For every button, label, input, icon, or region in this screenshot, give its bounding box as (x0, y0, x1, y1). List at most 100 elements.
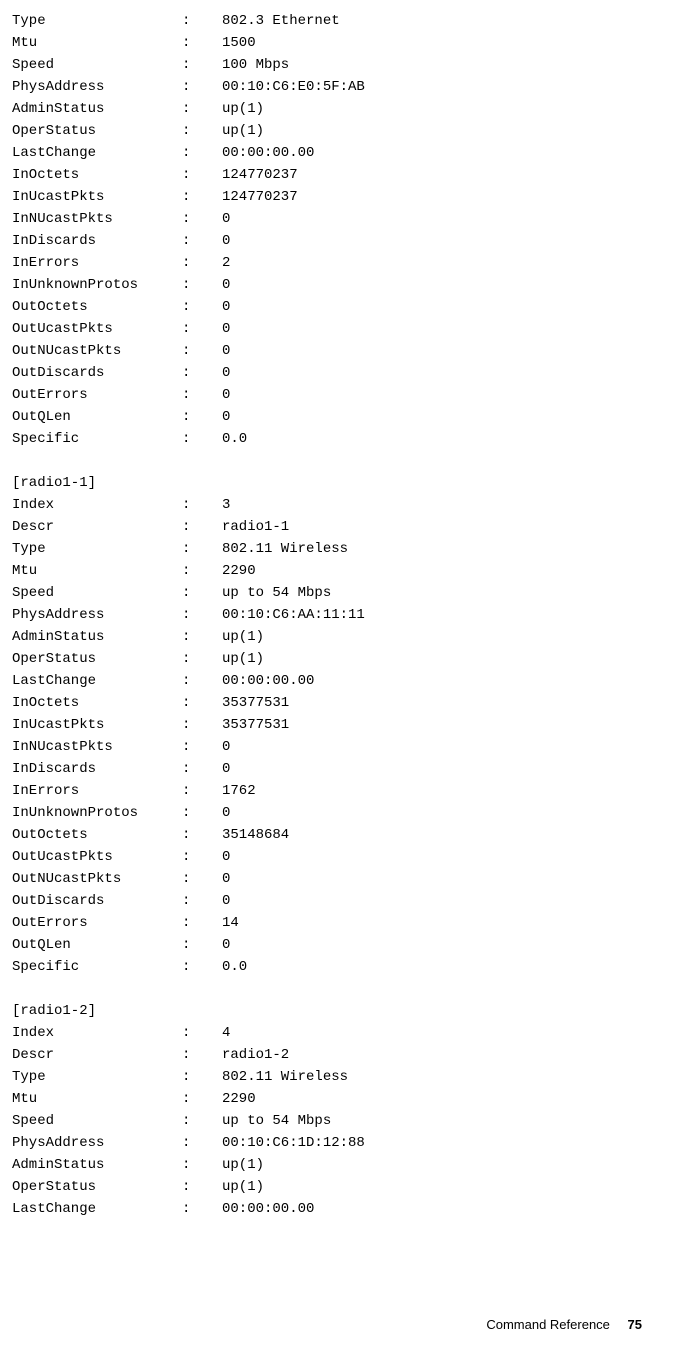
kv-colon: : (182, 340, 222, 362)
kv-key: InNUcastPkts (12, 736, 182, 758)
kv-row: InOctets:35377531 (12, 692, 670, 714)
kv-colon: : (182, 186, 222, 208)
kv-value: up(1) (222, 1157, 264, 1173)
kv-row: OperStatus:up(1) (12, 648, 670, 670)
kv-key: InErrors (12, 780, 182, 802)
kv-key: OutErrors (12, 912, 182, 934)
kv-value: 00:10:C6:E0:5F:AB (222, 79, 365, 95)
kv-row: OutDiscards:0 (12, 890, 670, 912)
kv-key: Speed (12, 54, 182, 76)
kv-key: OutUcastPkts (12, 846, 182, 868)
kv-colon: : (182, 494, 222, 516)
kv-value: up(1) (222, 123, 264, 139)
kv-key: InUnknownProtos (12, 274, 182, 296)
kv-value: 0 (222, 343, 230, 359)
kv-value: 14 (222, 915, 239, 931)
kv-colon: : (182, 10, 222, 32)
kv-key: InUcastPkts (12, 186, 182, 208)
kv-key: LastChange (12, 670, 182, 692)
kv-row: LastChange:00:00:00.00 (12, 142, 670, 164)
kv-key: PhysAddress (12, 1132, 182, 1154)
kv-value: radio1-2 (222, 1047, 289, 1063)
kv-value: 0.0 (222, 431, 247, 447)
kv-colon: : (182, 384, 222, 406)
kv-key: Descr (12, 1044, 182, 1066)
kv-colon: : (182, 428, 222, 450)
kv-value: 1762 (222, 783, 256, 799)
kv-colon: : (182, 208, 222, 230)
kv-value: 0 (222, 937, 230, 953)
kv-row: AdminStatus:up(1) (12, 1154, 670, 1176)
kv-key: Index (12, 1022, 182, 1044)
kv-key: OperStatus (12, 648, 182, 670)
kv-key: OutNUcastPkts (12, 340, 182, 362)
kv-key: OutUcastPkts (12, 318, 182, 340)
kv-colon: : (182, 912, 222, 934)
kv-value: 2290 (222, 1091, 256, 1107)
kv-colon: : (182, 230, 222, 252)
kv-row: OutErrors:0 (12, 384, 670, 406)
kv-row: InNUcastPkts:0 (12, 736, 670, 758)
kv-colon: : (182, 516, 222, 538)
kv-value: 0 (222, 409, 230, 425)
kv-colon: : (182, 560, 222, 582)
kv-colon: : (182, 692, 222, 714)
kv-colon: : (182, 1176, 222, 1198)
kv-key: LastChange (12, 1198, 182, 1220)
kv-colon: : (182, 120, 222, 142)
kv-colon: : (182, 934, 222, 956)
kv-key: PhysAddress (12, 604, 182, 626)
kv-value: 00:00:00.00 (222, 673, 314, 689)
kv-value: up(1) (222, 101, 264, 117)
kv-key: InDiscards (12, 230, 182, 252)
kv-colon: : (182, 604, 222, 626)
kv-value: 0 (222, 365, 230, 381)
kv-colon: : (182, 1154, 222, 1176)
kv-colon: : (182, 362, 222, 384)
kv-value: 124770237 (222, 189, 298, 205)
section-header: [radio1-1] (12, 472, 670, 494)
kv-colon: : (182, 1110, 222, 1132)
kv-row: Speed:up to 54 Mbps (12, 582, 670, 604)
kv-row: OutErrors:14 (12, 912, 670, 934)
kv-row: OutQLen:0 (12, 406, 670, 428)
kv-colon: : (182, 1044, 222, 1066)
kv-value: 0 (222, 211, 230, 227)
kv-colon: : (182, 868, 222, 890)
kv-key: InUnknownProtos (12, 802, 182, 824)
kv-row: OutNUcastPkts:0 (12, 868, 670, 890)
kv-colon: : (182, 758, 222, 780)
kv-colon: : (182, 714, 222, 736)
kv-row: InErrors:1762 (12, 780, 670, 802)
kv-row: Index:4 (12, 1022, 670, 1044)
kv-key: OutNUcastPkts (12, 868, 182, 890)
kv-value: 802.11 Wireless (222, 541, 348, 557)
kv-row: AdminStatus:up(1) (12, 98, 670, 120)
kv-key: InErrors (12, 252, 182, 274)
kv-value: 35377531 (222, 717, 289, 733)
kv-colon: : (182, 142, 222, 164)
kv-key: Index (12, 494, 182, 516)
kv-row: OutNUcastPkts:0 (12, 340, 670, 362)
kv-value: 124770237 (222, 167, 298, 183)
kv-row: InUcastPkts:35377531 (12, 714, 670, 736)
kv-colon: : (182, 406, 222, 428)
kv-row: Descr:radio1-1 (12, 516, 670, 538)
kv-key: OutDiscards (12, 362, 182, 384)
kv-value: 00:10:C6:AA:11:11 (222, 607, 365, 623)
kv-row: Speed:100 Mbps (12, 54, 670, 76)
kv-key: LastChange (12, 142, 182, 164)
kv-key: Descr (12, 516, 182, 538)
kv-value: 0 (222, 277, 230, 293)
kv-row: OutQLen:0 (12, 934, 670, 956)
kv-row: Mtu:2290 (12, 1088, 670, 1110)
kv-row: Type:802.11 Wireless (12, 538, 670, 560)
kv-row: Speed:up to 54 Mbps (12, 1110, 670, 1132)
kv-value: 35377531 (222, 695, 289, 711)
kv-row: InErrors:2 (12, 252, 670, 274)
kv-colon: : (182, 1088, 222, 1110)
kv-colon: : (182, 54, 222, 76)
kv-key: Specific (12, 956, 182, 978)
kv-value: 802.11 Wireless (222, 1069, 348, 1085)
kv-value: 802.3 Ethernet (222, 13, 340, 29)
